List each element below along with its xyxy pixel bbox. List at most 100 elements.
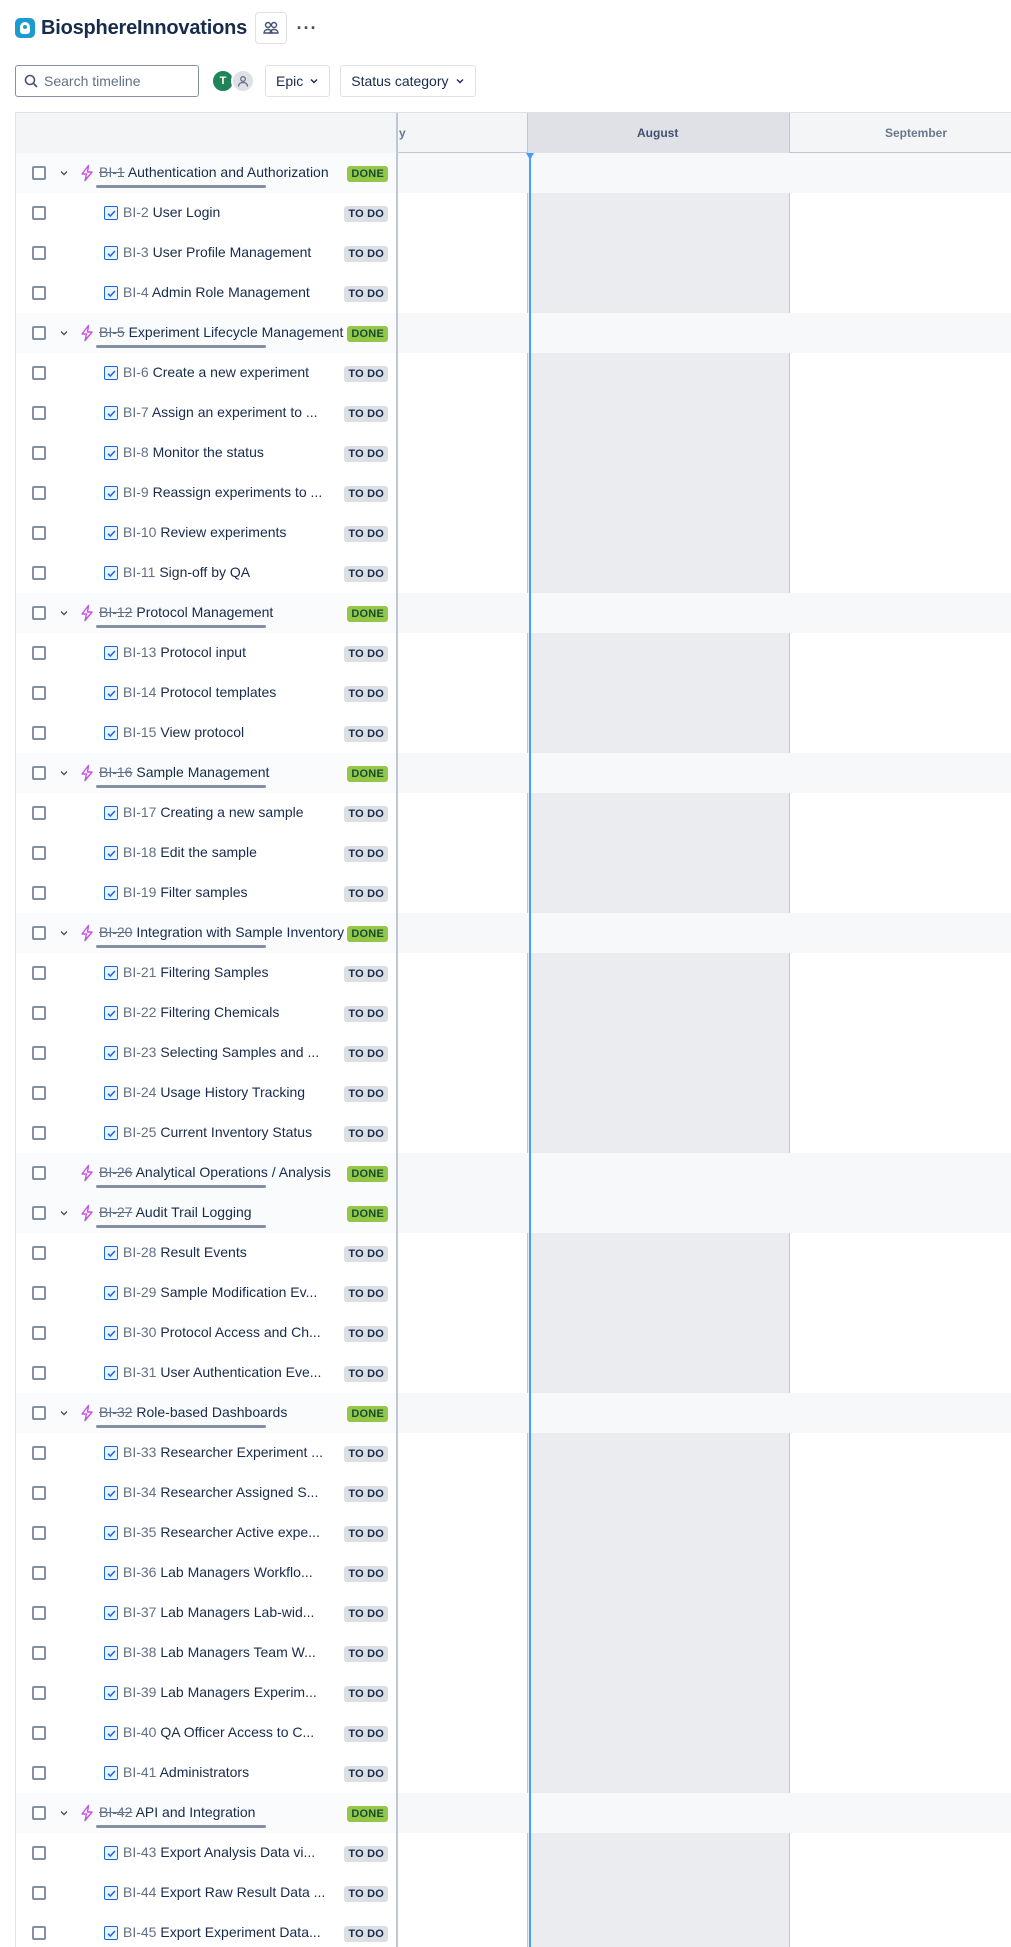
issue-title[interactable]: Create a new experiment <box>153 364 309 380</box>
timeline-row-band[interactable] <box>398 1193 1011 1233</box>
status-lozenge[interactable]: TO DO <box>344 1286 388 1302</box>
epic-row[interactable]: BI-32 Role-based Dashboards DONE <box>16 1393 1011 1433</box>
status-lozenge[interactable]: DONE <box>347 1206 388 1222</box>
timeline-row-band[interactable] <box>398 673 1011 713</box>
timeline-row-band[interactable] <box>398 153 1011 193</box>
issue-summary-link[interactable]: BI-16 Sample Management <box>99 764 345 780</box>
status-lozenge[interactable]: TO DO <box>344 886 388 902</box>
issue-title[interactable]: Export Analysis Data vi... <box>160 1844 315 1860</box>
story-row[interactable]: BI-44 Export Raw Result Data ... TO DO <box>16 1873 1011 1913</box>
issue-key[interactable]: BI-30 <box>123 1324 156 1340</box>
issue-summary-link[interactable]: BI-21 Filtering Samples <box>123 964 345 980</box>
epic-row[interactable]: BI-1 Authentication and Authorization DON… <box>16 153 1011 193</box>
story-row[interactable]: BI-24 Usage History Tracking TO DO <box>16 1073 1011 1113</box>
row-checkbox[interactable] <box>32 886 46 900</box>
status-lozenge[interactable]: TO DO <box>344 1326 388 1342</box>
issue-summary-link[interactable]: BI-38 Lab Managers Team W... <box>123 1644 345 1660</box>
expand-chevron-icon[interactable] <box>56 1205 72 1221</box>
jira-robot-logo-icon[interactable] <box>15 18 35 38</box>
issue-key[interactable]: BI-34 <box>123 1484 156 1500</box>
timeline-row-band[interactable] <box>398 993 1011 1033</box>
row-checkbox[interactable] <box>32 966 46 980</box>
story-row[interactable]: BI-30 Protocol Access and Ch... TO DO <box>16 1313 1011 1353</box>
issue-summary-link[interactable]: BI-23 Selecting Samples and ... <box>123 1044 345 1060</box>
row-checkbox[interactable] <box>32 1046 46 1060</box>
timeline-row-band[interactable] <box>398 1753 1011 1793</box>
issue-key[interactable]: BI-7 <box>123 404 149 420</box>
issue-key[interactable]: BI-27 <box>99 1204 132 1220</box>
issue-title[interactable]: Sample Management <box>136 764 269 780</box>
status-lozenge[interactable]: DONE <box>347 766 388 782</box>
row-checkbox[interactable] <box>32 406 46 420</box>
issue-key[interactable]: BI-32 <box>99 1404 132 1420</box>
status-lozenge[interactable]: TO DO <box>344 1006 388 1022</box>
issue-summary-link[interactable]: BI-3 User Profile Management <box>123 244 345 260</box>
issue-title[interactable]: User Login <box>153 204 221 220</box>
timeline-row-band[interactable] <box>398 1113 1011 1153</box>
timeline-row-band[interactable] <box>398 1673 1011 1713</box>
issue-title[interactable]: Lab Managers Workflo... <box>160 1564 312 1580</box>
issue-key[interactable]: BI-14 <box>123 684 156 700</box>
row-checkbox[interactable] <box>32 566 46 580</box>
issue-cell[interactable]: BI-20 Integration with Sample Inventory D… <box>16 913 398 953</box>
issue-title[interactable]: Integration with Sample Inventory <box>136 924 344 940</box>
status-lozenge[interactable]: TO DO <box>344 1926 388 1942</box>
issue-cell[interactable]: BI-19 Filter samples TO DO <box>16 873 398 913</box>
issue-summary-link[interactable]: BI-12 Protocol Management <box>99 604 345 620</box>
status-lozenge[interactable]: TO DO <box>344 686 388 702</box>
issue-title[interactable]: Researcher Active expe... <box>160 1524 320 1540</box>
story-row[interactable]: BI-45 Export Experiment Data... TO DO <box>16 1913 1011 1947</box>
issue-title[interactable]: Protocol templates <box>160 684 276 700</box>
issue-key[interactable]: BI-15 <box>123 724 156 740</box>
issue-summary-link[interactable]: BI-45 Export Experiment Data... <box>123 1924 345 1940</box>
issue-key[interactable]: BI-28 <box>123 1244 156 1260</box>
issue-summary-link[interactable]: BI-22 Filtering Chemicals <box>123 1004 345 1020</box>
timeline-row-band[interactable] <box>398 393 1011 433</box>
timeline-row-band[interactable] <box>398 353 1011 393</box>
story-row[interactable]: BI-9 Reassign experiments to ... TO DO <box>16 473 1011 513</box>
row-checkbox[interactable] <box>32 286 46 300</box>
issue-key[interactable]: BI-13 <box>123 644 156 660</box>
issue-summary-link[interactable]: BI-7 Assign an experiment to ... <box>123 404 345 420</box>
timeline-row-band[interactable] <box>398 1633 1011 1673</box>
status-lozenge[interactable]: TO DO <box>344 486 388 502</box>
issue-key[interactable]: BI-36 <box>123 1564 156 1580</box>
status-category-filter-dropdown[interactable]: Status category <box>340 65 476 97</box>
row-checkbox[interactable] <box>32 1406 46 1420</box>
issue-title[interactable]: Sign-off by QA <box>159 564 250 580</box>
issue-cell[interactable]: BI-37 Lab Managers Lab-wid... TO DO <box>16 1593 398 1633</box>
issue-cell[interactable]: BI-14 Protocol templates TO DO <box>16 673 398 713</box>
issue-summary-link[interactable]: BI-34 Researcher Assigned S... <box>123 1484 345 1500</box>
issue-summary-link[interactable]: BI-31 User Authentication Eve... <box>123 1364 345 1380</box>
issue-title[interactable]: Experiment Lifecycle Management <box>129 324 344 340</box>
issue-title[interactable]: Protocol input <box>160 644 246 660</box>
row-checkbox[interactable] <box>32 606 46 620</box>
timeline-row-band[interactable] <box>398 1073 1011 1113</box>
status-lozenge[interactable]: TO DO <box>344 966 388 982</box>
row-checkbox[interactable] <box>32 246 46 260</box>
story-row[interactable]: BI-11 Sign-off by QA TO DO <box>16 553 1011 593</box>
issue-cell[interactable]: BI-29 Sample Modification Ev... TO DO <box>16 1273 398 1313</box>
row-checkbox[interactable] <box>32 1766 46 1780</box>
row-checkbox[interactable] <box>32 446 46 460</box>
story-row[interactable]: BI-2 User Login TO DO <box>16 193 1011 233</box>
row-checkbox[interactable] <box>32 1126 46 1140</box>
expand-chevron-icon[interactable] <box>56 1805 72 1821</box>
issue-cell[interactable]: BI-44 Export Raw Result Data ... TO DO <box>16 1873 398 1913</box>
issue-summary-link[interactable]: BI-35 Researcher Active expe... <box>123 1524 345 1540</box>
status-lozenge[interactable]: TO DO <box>344 446 388 462</box>
status-lozenge[interactable]: TO DO <box>344 526 388 542</box>
issue-cell[interactable]: BI-39 Lab Managers Experim... TO DO <box>16 1673 398 1713</box>
row-checkbox[interactable] <box>32 726 46 740</box>
issue-key[interactable]: BI-45 <box>123 1924 156 1940</box>
issue-key[interactable]: BI-29 <box>123 1284 156 1300</box>
issue-summary-link[interactable]: BI-44 Export Raw Result Data ... <box>123 1884 345 1900</box>
story-row[interactable]: BI-43 Export Analysis Data vi... TO DO <box>16 1833 1011 1873</box>
expand-chevron-icon[interactable] <box>56 325 72 341</box>
issue-key[interactable]: BI-19 <box>123 884 156 900</box>
issue-key[interactable]: BI-33 <box>123 1444 156 1460</box>
row-checkbox[interactable] <box>32 1646 46 1660</box>
expand-chevron-icon[interactable] <box>56 165 72 181</box>
status-lozenge[interactable]: DONE <box>347 1166 388 1182</box>
issue-cell[interactable]: BI-21 Filtering Samples TO DO <box>16 953 398 993</box>
